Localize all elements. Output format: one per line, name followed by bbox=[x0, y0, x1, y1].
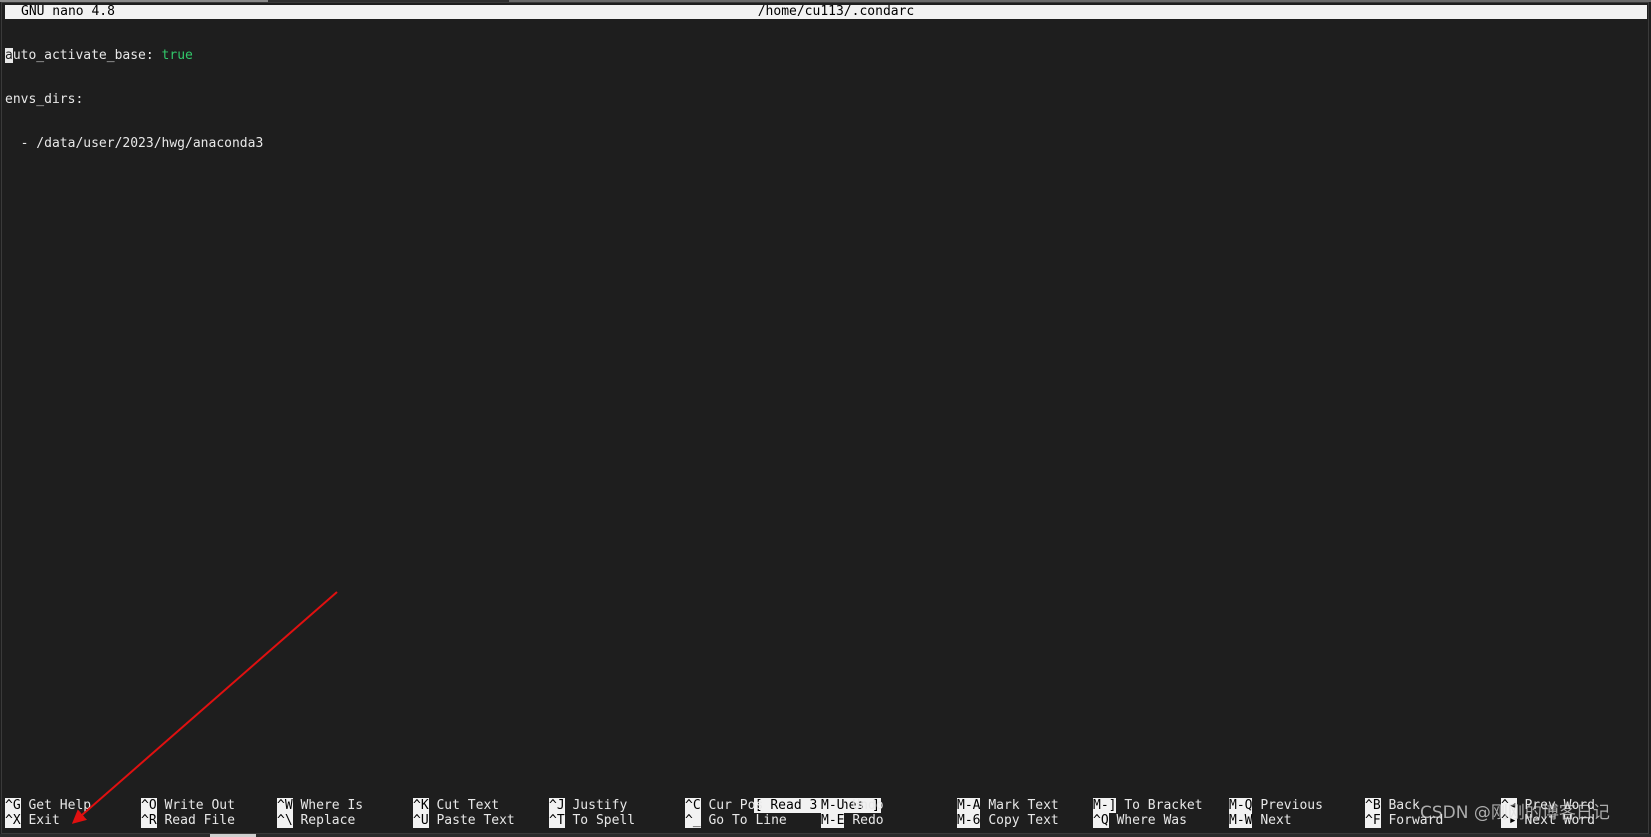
shortcut-item[interactable]: ^K Cut Text bbox=[413, 798, 500, 814]
shortcut-label: To Bracket bbox=[1124, 798, 1203, 813]
shortcut-item[interactable]: ^G Get Help bbox=[5, 798, 92, 814]
shortcut-key: ^T bbox=[549, 813, 565, 828]
shortcut-key: ^J bbox=[549, 798, 565, 813]
shortcut-key: ^W bbox=[277, 798, 293, 813]
shortcut-key: ^U bbox=[413, 813, 429, 828]
shortcut-key: ^R bbox=[141, 813, 157, 828]
shortcut-label: Go To Line bbox=[708, 813, 787, 828]
shortcut-item[interactable]: M-A Mark Text bbox=[957, 798, 1059, 814]
yaml-key: uto_activate_base: bbox=[12, 48, 154, 64]
yaml-value: true bbox=[161, 48, 193, 64]
nano-title-bar: GNU nano 4.8 /home/cu113/.condarc bbox=[5, 4, 1647, 19]
shortcut-key: ^G bbox=[5, 798, 21, 813]
shortcut-label: Where Was bbox=[1116, 813, 1187, 828]
shortcut-key: M-E bbox=[821, 813, 845, 828]
shortcut-label: Next bbox=[1260, 813, 1292, 828]
shortcut-item[interactable]: ^X Exit bbox=[5, 813, 60, 829]
shortcut-label: Back bbox=[1388, 798, 1420, 813]
shortcut-key: M-A bbox=[957, 798, 981, 813]
shortcut-item[interactable]: ^C Cur Pos bbox=[685, 798, 764, 814]
shortcut-item[interactable]: ^O Write Out bbox=[141, 798, 235, 814]
shortcut-item[interactable]: ^_ Go To Line bbox=[685, 813, 787, 829]
shortcut-key: M-U bbox=[821, 798, 845, 813]
shortcut-key: ^X bbox=[5, 813, 21, 828]
shortcut-key: M-] bbox=[1093, 798, 1117, 813]
shortcut-label: To Spell bbox=[572, 813, 636, 828]
shortcut-item[interactable]: ^B Back bbox=[1365, 798, 1420, 814]
shortcut-key: M-Q bbox=[1229, 798, 1253, 813]
shortcut-label: Where Is bbox=[300, 798, 364, 813]
shortcut-key: M-6 bbox=[957, 813, 981, 828]
shortcut-label: Redo bbox=[852, 813, 884, 828]
editor-buffer[interactable]: auto_activate_base: true envs_dirs: - /d… bbox=[5, 20, 263, 166]
shortcut-item[interactable]: ^T To Spell bbox=[549, 813, 636, 829]
shortcut-label: Undo bbox=[852, 798, 884, 813]
shortcut-item[interactable]: M-Q Previous bbox=[1229, 798, 1323, 814]
text-cursor: a bbox=[5, 48, 13, 64]
shortcut-item[interactable]: ^W Where Is bbox=[277, 798, 364, 814]
shortcut-item[interactable]: ^\ Replace bbox=[277, 813, 356, 829]
shortcut-item[interactable]: M-E Redo bbox=[821, 813, 884, 829]
status-bar: [ Read 3 lines ] bbox=[0, 784, 1651, 813]
shortcut-item[interactable]: ^R Read File bbox=[141, 813, 235, 829]
shortcut-key: ^F bbox=[1365, 813, 1381, 828]
shortcut-key: ^C bbox=[685, 798, 701, 813]
shortcut-key: ^Q bbox=[1093, 813, 1109, 828]
shortcut-label: Exit bbox=[28, 813, 60, 828]
shortcut-label: Previous bbox=[1260, 798, 1323, 813]
shortcut-label: Mark Text bbox=[988, 798, 1059, 813]
shortcut-item[interactable]: ^J Justify bbox=[549, 798, 628, 814]
shortcut-item[interactable]: ^U Paste Text bbox=[413, 813, 515, 829]
shortcut-label: Replace bbox=[300, 813, 356, 828]
editor-line[interactable]: envs_dirs: bbox=[5, 92, 263, 108]
shortcut-item[interactable]: M-6 Copy Text bbox=[957, 813, 1059, 829]
shortcut-label: Read File bbox=[164, 813, 235, 828]
shortcut-item[interactable]: M-] To Bracket bbox=[1093, 798, 1203, 814]
editor-line[interactable]: - /data/user/2023/hwg/anaconda3 bbox=[5, 136, 264, 152]
shortcut-label: Justify bbox=[572, 798, 628, 813]
editor-line[interactable]: auto_activate_base: true bbox=[5, 48, 263, 64]
shortcut-label: Paste Text bbox=[436, 813, 515, 828]
shortcut-key: M-W bbox=[1229, 813, 1253, 828]
shortcut-bar: ^G Get Help ^O Write Out ^W Where Is ^K Cut… bbox=[5, 798, 1651, 829]
shortcut-label: Cur Pos bbox=[708, 798, 764, 813]
shortcut-key: ^K bbox=[413, 798, 429, 813]
shortcut-item[interactable]: M-U Undo bbox=[821, 798, 884, 814]
shortcut-key: ^\ bbox=[277, 813, 293, 828]
shortcut-item[interactable]: ^Q Where Was bbox=[1093, 813, 1187, 829]
shortcut-label: Copy Text bbox=[988, 813, 1059, 828]
shortcut-label: Write Out bbox=[164, 798, 235, 813]
shortcut-item[interactable]: M-W Next bbox=[1229, 813, 1292, 829]
shortcut-key: ^_ bbox=[685, 813, 701, 828]
file-path: /home/cu113/.condarc bbox=[757, 4, 915, 19]
shortcut-label: Cut Text bbox=[436, 798, 500, 813]
shortcut-key: ^O bbox=[141, 798, 157, 813]
shortcut-label: Get Help bbox=[28, 798, 92, 813]
shortcut-key: ^B bbox=[1365, 798, 1381, 813]
watermark-text: CSDN @刚刚的博客日记 bbox=[1420, 803, 1610, 823]
